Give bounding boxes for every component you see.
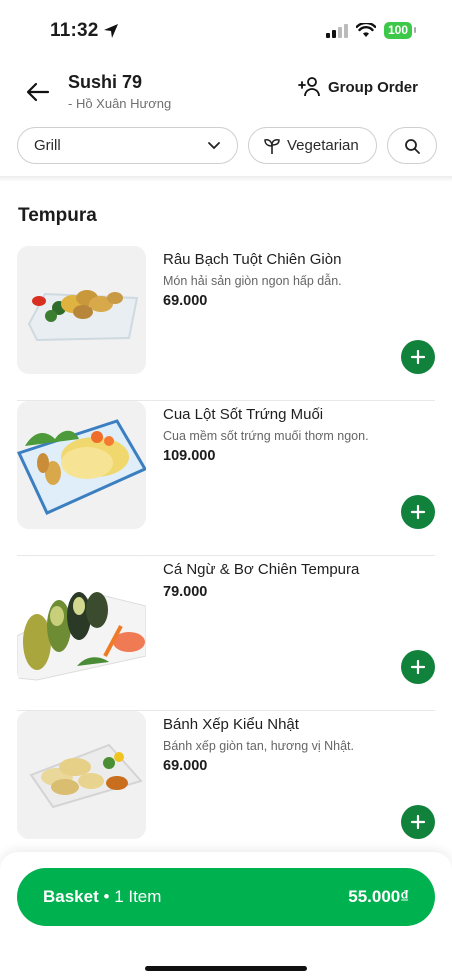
basket-label: Basket <box>43 887 99 906</box>
plus-icon <box>410 659 426 675</box>
plus-icon <box>410 349 426 365</box>
item-image <box>17 556 146 684</box>
item-name: Râu Bạch Tuột Chiên Giòn <box>163 251 342 268</box>
search-icon <box>405 138 420 154</box>
vegetarian-label: Vegetarian <box>287 137 359 154</box>
sprout-icon <box>264 138 280 154</box>
item-description: Món hải sản giòn ngon hấp dẫn. <box>163 274 342 288</box>
add-item-button[interactable] <box>401 805 435 839</box>
category-value: Grill <box>34 137 61 154</box>
store-header: Sushi 79 - Hồ Xuân Hương Group Order <box>0 62 452 122</box>
menu-item[interactable]: Cá Ngừ & Bơ Chiên Tempura 79.000 <box>17 556 435 711</box>
basket-summary: Basket • 1 Item <box>43 887 161 907</box>
wifi-icon <box>355 23 376 37</box>
header-shadow <box>0 176 452 182</box>
arrow-left-icon <box>26 82 50 102</box>
basket-count: 1 Item <box>114 887 162 906</box>
item-name: Bánh Xếp Kiểu Nhật <box>163 716 299 733</box>
clock: 11:32 <box>50 20 99 41</box>
basket-button[interactable]: Basket • 1 Item 55.000₫ <box>17 868 435 926</box>
home-indicator <box>145 966 307 971</box>
item-name: Cá Ngừ & Bơ Chiên Tempura <box>163 561 360 578</box>
filter-bar: Grill Vegetarian <box>17 127 437 164</box>
plus-icon <box>410 504 426 520</box>
category-dropdown[interactable]: Grill <box>17 127 238 164</box>
item-description: Cua mềm sốt trứng muối thơm ngon. <box>163 429 369 443</box>
cellular-signal-icon <box>325 23 348 38</box>
battery-indicator: 100 <box>383 22 417 39</box>
back-button[interactable] <box>24 78 52 106</box>
store-branch: - Hồ Xuân Hương <box>68 96 172 111</box>
status-time: 11:32 <box>50 20 119 42</box>
plus-icon <box>410 814 426 830</box>
search-button[interactable] <box>387 127 437 164</box>
store-name: Sushi 79 <box>68 72 143 92</box>
basket-panel: Basket • 1 Item 55.000₫ <box>0 852 452 980</box>
item-price: 69.000 <box>163 293 208 309</box>
vegetarian-filter[interactable]: Vegetarian <box>248 127 377 164</box>
add-item-button[interactable] <box>401 340 435 374</box>
item-price: 109.000 <box>163 448 216 464</box>
item-image <box>17 401 146 529</box>
status-indicators: 100 <box>325 22 417 39</box>
basket-separator: • <box>103 887 115 906</box>
add-group-icon <box>298 77 320 97</box>
item-price: 79.000 <box>163 584 208 600</box>
item-name: Cua Lột Sốt Trứng Muối <box>163 406 324 423</box>
group-order-label: Group Order <box>327 78 418 96</box>
item-description: Bánh xếp giòn tan, hương vị Nhật. <box>163 739 354 753</box>
section-title: Tempura <box>18 205 97 226</box>
status-bar: 11:32 100 <box>0 0 452 60</box>
item-price: 69.000 <box>163 758 208 774</box>
item-image <box>17 246 146 374</box>
basket-total: 55.000₫ <box>348 887 409 906</box>
chevron-down-icon <box>208 141 220 149</box>
item-image <box>17 711 146 839</box>
group-order-button[interactable]: Group Order <box>298 76 418 98</box>
add-item-button[interactable] <box>401 495 435 529</box>
menu-item[interactable]: Râu Bạch Tuột Chiên Giòn Món hải sản giò… <box>17 246 435 401</box>
menu-item[interactable]: Bánh Xếp Kiểu Nhật Bánh xếp giòn tan, hư… <box>17 711 435 866</box>
add-item-button[interactable] <box>401 650 435 684</box>
location-arrow-icon <box>103 24 118 38</box>
menu-item[interactable]: Cua Lột Sốt Trứng Muối Cua mềm sốt trứng… <box>17 401 435 556</box>
menu-list: Râu Bạch Tuột Chiên Giòn Món hải sản giò… <box>17 246 435 866</box>
